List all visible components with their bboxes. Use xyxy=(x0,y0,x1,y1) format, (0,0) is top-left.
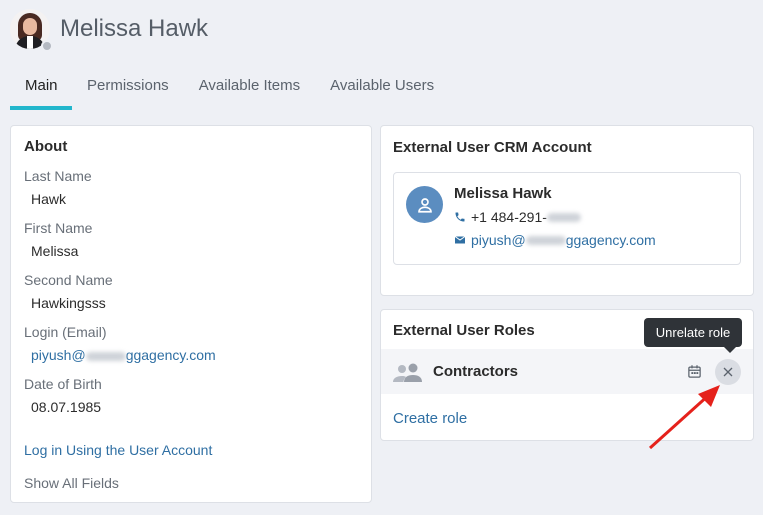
field-label: Date of Birth xyxy=(24,376,102,392)
crm-title: External User CRM Account xyxy=(393,139,592,156)
contact-name[interactable]: Melissa Hawk xyxy=(454,185,728,202)
about-title: About xyxy=(24,138,68,155)
field-date-of-birth: Date of Birth 08.07.1985 xyxy=(24,376,358,415)
tab-available-users[interactable]: Available Users xyxy=(315,66,449,110)
page-title: Melissa Hawk xyxy=(60,15,209,42)
field-label: Last Name xyxy=(24,168,92,184)
role-name: Contractors xyxy=(433,363,519,380)
tab-permissions[interactable]: Permissions xyxy=(72,66,184,110)
field-second-name: Second Name Hawkingsss xyxy=(24,272,358,311)
group-icon xyxy=(393,363,422,382)
email-suffix: ggagency.com xyxy=(565,232,656,248)
tab-available-items[interactable]: Available Items xyxy=(184,66,315,110)
login-as-user-link[interactable]: Log in Using the User Account xyxy=(24,442,358,458)
field-value: Hawk xyxy=(31,191,67,207)
crm-contact-card[interactable]: Melissa Hawk +1 484-291- piyush@ ggagency… xyxy=(393,172,741,265)
field-login-email: Login (Email) piyush@ ggagency.com xyxy=(24,324,358,363)
presence-status-icon xyxy=(41,40,53,52)
annotation-arrow-icon xyxy=(648,385,720,450)
field-value: Melissa xyxy=(31,243,79,259)
tab-bar: Main Permissions Available Items Availab… xyxy=(10,66,449,110)
close-icon xyxy=(723,367,733,376)
unrelate-role-tooltip: Unrelate role xyxy=(644,318,742,353)
phone-number: +1 484-291- xyxy=(471,209,547,225)
login-email-link[interactable]: piyush@ ggagency.com xyxy=(24,347,358,363)
field-label: Login (Email) xyxy=(24,324,107,340)
contact-email[interactable]: piyush@ ggagency.com xyxy=(454,232,728,248)
tab-main[interactable]: Main xyxy=(10,66,72,110)
field-label: First Name xyxy=(24,220,93,236)
field-last-name: Last Name Hawk xyxy=(24,168,358,207)
field-value: 08.07.1985 xyxy=(31,399,102,415)
redacted-text xyxy=(85,351,126,361)
mail-icon xyxy=(454,236,466,244)
field-first-name: First Name Melissa xyxy=(24,220,358,259)
email-prefix: piyush@ xyxy=(31,347,86,363)
crm-account-card: External User CRM Account Melissa Hawk +… xyxy=(380,125,754,296)
email-prefix: piyush@ xyxy=(471,232,526,248)
phone-icon xyxy=(455,212,465,222)
contact-phone[interactable]: +1 484-291- xyxy=(454,209,728,225)
redacted-text xyxy=(525,235,566,245)
contact-avatar-icon xyxy=(406,186,443,223)
field-label: Second Name xyxy=(24,272,113,288)
page-header: Melissa Hawk xyxy=(10,9,209,52)
email-suffix: ggagency.com xyxy=(125,347,216,363)
field-value: Hawkingsss xyxy=(31,295,106,311)
redacted-text xyxy=(546,212,581,222)
show-all-fields-link[interactable]: Show All Fields xyxy=(24,475,358,491)
about-card: About Last Name Hawk First Name Melissa … xyxy=(10,125,372,503)
